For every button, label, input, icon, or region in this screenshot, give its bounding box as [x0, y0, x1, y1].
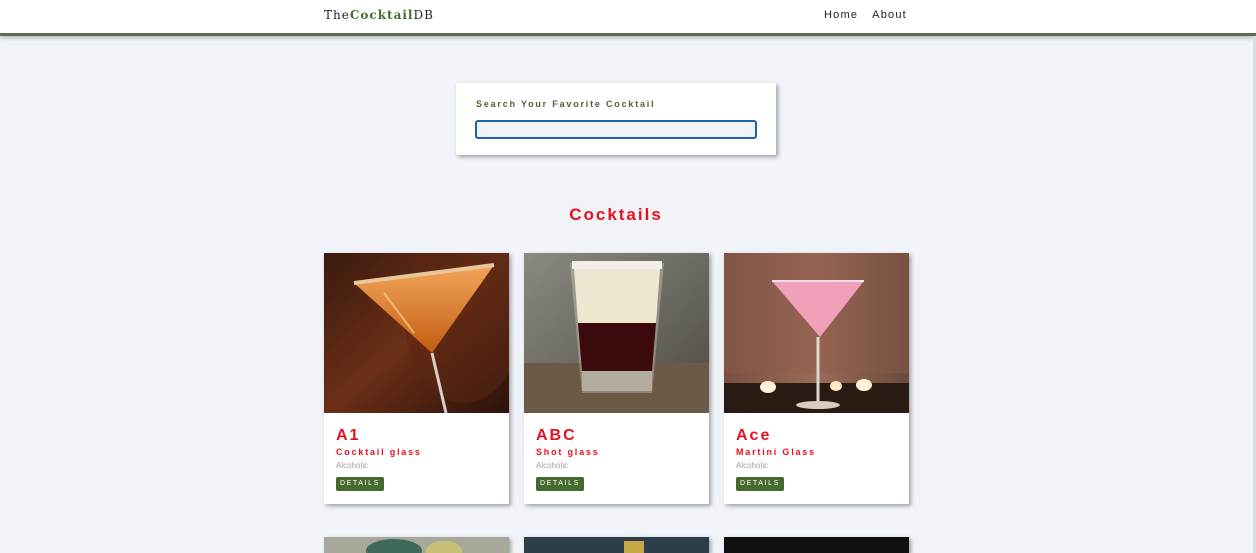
- cocktail-glass: Martini Glass: [736, 447, 816, 457]
- cocktail-image[interactable]: [724, 537, 909, 553]
- details-button[interactable]: DETAILS: [336, 477, 384, 491]
- cocktail-card[interactable]: Ace Martini Glass Alcoholic DETAILS: [724, 253, 909, 504]
- cocktail-card[interactable]: ABC Shot glass Alcoholic DETAILS: [524, 253, 709, 504]
- section-title: Cocktails: [569, 205, 663, 224]
- cocktail-image[interactable]: [524, 537, 709, 553]
- cocktail-image[interactable]: [524, 253, 709, 413]
- cocktail-type: Alcoholic: [736, 461, 769, 470]
- nav-links: Home About: [824, 9, 907, 21]
- logo-suffix: DB: [413, 8, 434, 22]
- search-label: Search Your Favorite Cocktail: [476, 99, 656, 109]
- cocktail-glass: Shot glass: [536, 447, 600, 457]
- cocktail-glass: Cocktail glass: [336, 447, 422, 457]
- cocktail-type: Alcoholic: [536, 461, 569, 470]
- details-button[interactable]: DETAILS: [736, 477, 784, 491]
- logo-prefix: The: [324, 8, 350, 22]
- card-body: Ace Martini Glass Alcoholic DETAILS: [736, 427, 901, 491]
- cocktail-image[interactable]: [324, 537, 509, 553]
- cocktail-card[interactable]: [524, 537, 709, 553]
- cocktail-card[interactable]: A1 Cocktail glass Alcoholic DETAILS: [324, 253, 509, 504]
- cocktail-name: A1: [336, 427, 361, 444]
- details-button[interactable]: DETAILS: [536, 477, 584, 491]
- search-input[interactable]: [475, 120, 757, 139]
- logo-accent: Cocktail: [349, 8, 414, 22]
- nav-link-about[interactable]: About: [872, 9, 907, 21]
- navbar: TheCocktailDB Home About: [0, 0, 1256, 36]
- cocktail-image[interactable]: [724, 253, 909, 413]
- card-body: A1 Cocktail glass Alcoholic DETAILS: [336, 427, 501, 491]
- cocktail-image[interactable]: [324, 253, 509, 413]
- cocktail-card[interactable]: [724, 537, 909, 553]
- search-form: Search Your Favorite Cocktail: [456, 83, 776, 155]
- cocktail-name: ABC: [536, 427, 577, 444]
- cocktail-name: Ace: [736, 427, 772, 444]
- cocktail-type: Alcoholic: [336, 461, 369, 470]
- card-body: ABC Shot glass Alcoholic DETAILS: [536, 427, 701, 491]
- cocktail-card[interactable]: [324, 537, 509, 553]
- site-logo[interactable]: TheCocktailDB: [324, 8, 434, 22]
- nav-link-home[interactable]: Home: [824, 9, 858, 21]
